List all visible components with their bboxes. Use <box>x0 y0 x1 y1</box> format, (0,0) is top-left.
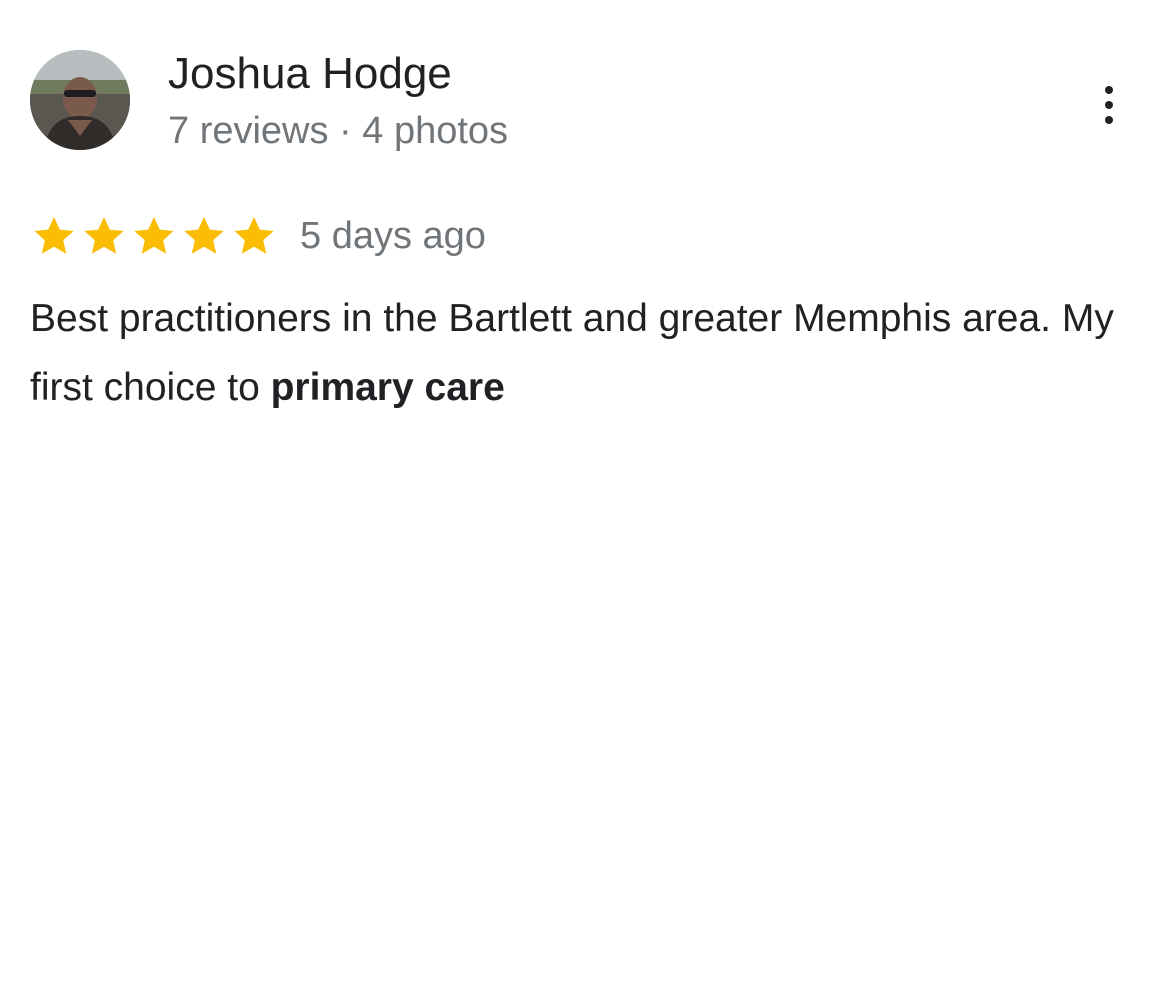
review-text-body: Best practitioners in the Bartlett and g… <box>30 297 1114 409</box>
star-rating <box>30 212 278 260</box>
review-card: Joshua Hodge 7 reviews · 4 photos 5 days… <box>0 0 1169 1005</box>
avatar-photo-icon <box>30 50 130 150</box>
star-icon <box>34 217 74 254</box>
more-vert-icon-dot <box>1105 101 1113 109</box>
star-icon <box>134 217 174 254</box>
star-icon <box>84 217 124 254</box>
more-vert-icon-dot <box>1105 116 1113 124</box>
more-options-button[interactable] <box>1088 80 1130 130</box>
rating-row: 5 days ago <box>30 210 486 262</box>
star-icon <box>184 217 224 254</box>
reviewer-name[interactable]: Joshua Hodge <box>168 48 452 100</box>
reviewer-avatar[interactable] <box>30 50 130 150</box>
reviewer-stats: 7 reviews · 4 photos <box>168 110 509 152</box>
review-date: 5 days ago <box>300 215 486 257</box>
star-icon <box>234 217 274 254</box>
more-vert-icon-dot <box>1105 86 1113 94</box>
review-text: Best practitioners in the Bartlett and g… <box>30 284 1140 422</box>
review-text-highlight: primary care <box>270 366 505 409</box>
